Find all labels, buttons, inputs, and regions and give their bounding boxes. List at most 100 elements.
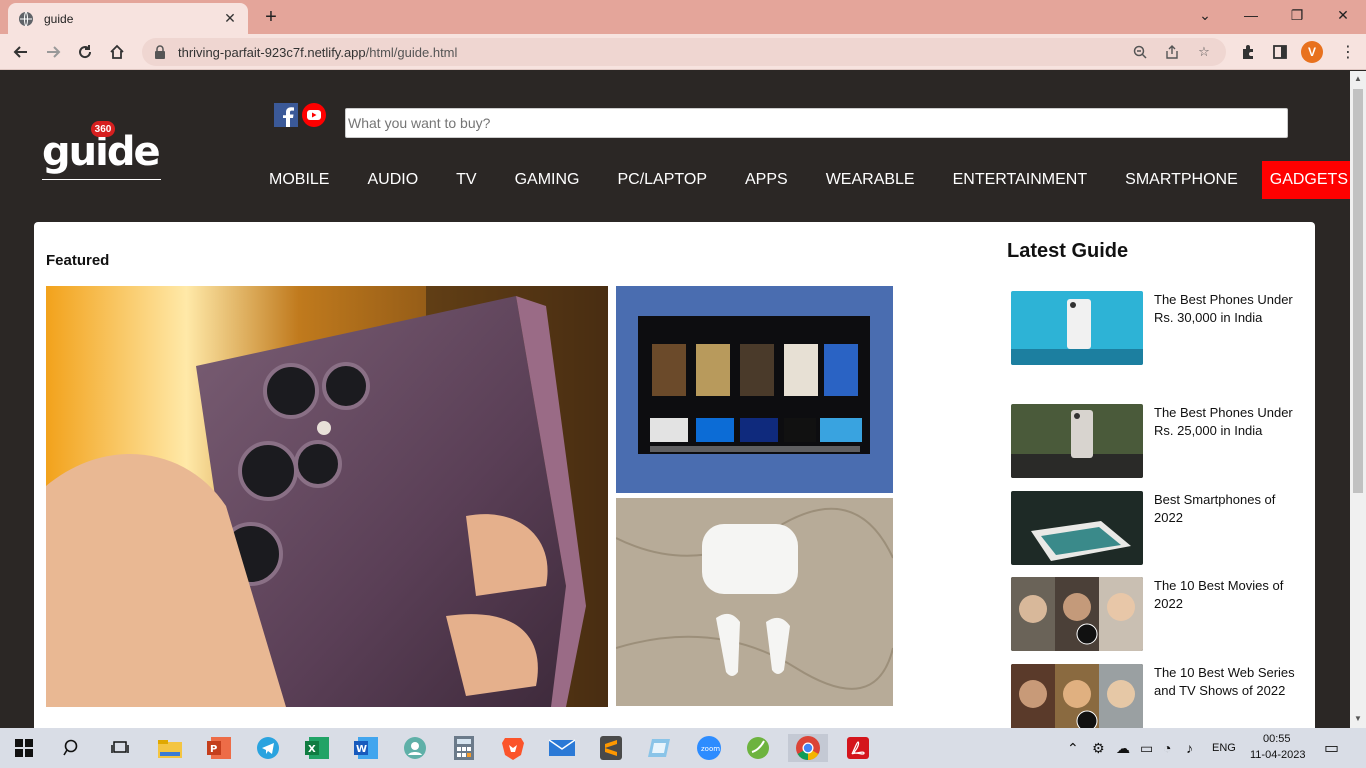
new-tab-button[interactable]: +: [260, 6, 282, 28]
tv-photo: [616, 286, 893, 493]
powerpoint-icon[interactable]: P: [205, 734, 233, 762]
guide-title[interactable]: The Best Phones Under Rs. 30,000 in Indi…: [1154, 291, 1299, 327]
word-icon[interactable]: W: [352, 734, 380, 762]
scroll-up-icon[interactable]: ▲: [1353, 74, 1363, 84]
puzzle-icon: [1243, 45, 1253, 59]
nav-item-gadgets[interactable]: GADGETS: [1261, 161, 1350, 199]
excel-icon[interactable]: X: [303, 734, 331, 762]
scroll-down-icon[interactable]: ▼: [1353, 714, 1363, 724]
task-view-icon[interactable]: [106, 734, 134, 762]
latest-guide-item[interactable]: Best Smartphones of 2022: [1011, 491, 1311, 567]
tab-search-button[interactable]: ⌄: [1182, 0, 1228, 30]
tray-time[interactable]: 00:55: [1263, 733, 1291, 745]
tray-language[interactable]: ENG: [1212, 742, 1236, 754]
tray-wifi-icon[interactable]: ◔: [1163, 740, 1171, 756]
minimize-button[interactable]: —: [1228, 0, 1274, 30]
chrome-icon[interactable]: [788, 734, 828, 762]
facebook-icon[interactable]: [274, 103, 298, 127]
nav-item-audio[interactable]: AUDIO: [353, 161, 432, 199]
latest-guide-item[interactable]: The 10 Best Movies of 2022: [1011, 577, 1311, 653]
tray-battery-icon[interactable]: ▭: [1140, 740, 1153, 757]
tab-title: guide: [44, 11, 74, 26]
close-tab-icon[interactable]: ✕: [222, 10, 238, 27]
guide-thumbnail[interactable]: [1011, 404, 1143, 478]
guide-title[interactable]: Best Smartphones of 2022: [1154, 491, 1299, 527]
close-window-button[interactable]: ✕: [1320, 0, 1366, 30]
guide-title[interactable]: The 10 Best Web Series and TV Shows of 2…: [1154, 664, 1299, 700]
latest-guide-item[interactable]: The Best Phones Under Rs. 30,000 in Indi…: [1011, 291, 1311, 367]
share-icon[interactable]: [1162, 42, 1182, 62]
menu-button[interactable]: ⋮: [1335, 39, 1361, 65]
scrollbar-thumb[interactable]: [1353, 89, 1363, 493]
address-bar[interactable]: thriving-parfait-923c7f.netlify.app/html…: [142, 38, 1226, 66]
telegram-icon[interactable]: [254, 734, 282, 762]
search-input[interactable]: [345, 108, 1288, 138]
tray-date[interactable]: 11-04-2023: [1250, 749, 1305, 761]
search-icon[interactable]: [58, 734, 86, 762]
profile-avatar[interactable]: V: [1301, 41, 1323, 63]
restore-button[interactable]: ❐: [1274, 0, 1320, 30]
airpods-photo: [616, 498, 893, 706]
mail-icon[interactable]: [548, 734, 576, 762]
nav-item-pc-laptop[interactable]: PC/LAPTOP: [603, 161, 721, 199]
bookmark-star-icon[interactable]: ☆: [1194, 42, 1214, 62]
brave-browser-icon[interactable]: [499, 734, 527, 762]
guide-title[interactable]: The 10 Best Movies of 2022: [1154, 577, 1299, 613]
svg-text:X: X: [308, 744, 316, 755]
arrow-right-icon: [47, 46, 61, 58]
acrobat-icon[interactable]: [844, 734, 872, 762]
windows-taskbar: P X W zoom ⌃ ⚙ ☁ ▭ ◔ ♪ ENG 00:55 11-04-2…: [0, 728, 1366, 768]
nav-item-entertainment[interactable]: ENTERTAINMENT: [939, 161, 1102, 199]
web-page: guide 360 MOBILE AUDIO TV GAMING PC/LAPT…: [0, 71, 1350, 728]
page-scrollbar[interactable]: ▲ ▼: [1350, 71, 1366, 728]
browser-tab-strip: guide ✕ + ⌄ — ❐ ✕: [0, 0, 1366, 34]
tray-chevron-icon[interactable]: ⌃: [1067, 740, 1079, 757]
calculator-icon[interactable]: [450, 734, 478, 762]
latest-guide-item[interactable]: The Best Phones Under Rs. 25,000 in Indi…: [1011, 404, 1311, 480]
youtube-icon[interactable]: [302, 103, 326, 127]
featured-image-phone[interactable]: [46, 286, 608, 707]
browser-toolbar: thriving-parfait-923c7f.netlify.app/html…: [0, 34, 1366, 70]
site-logo[interactable]: guide 360: [40, 121, 164, 183]
nav-item-tv[interactable]: TV: [442, 161, 490, 199]
notification-icon[interactable]: ▭: [1324, 738, 1339, 758]
tray-network-icon[interactable]: ⚙: [1092, 740, 1105, 757]
nav-item-smartphone[interactable]: SMARTPHONE: [1111, 161, 1252, 199]
logo-underline: [42, 179, 161, 180]
zoom-icon[interactable]: [1130, 42, 1150, 62]
back-button[interactable]: [8, 39, 34, 65]
featured-image-tv[interactable]: [616, 286, 893, 493]
nav-item-apps[interactable]: APPS: [731, 161, 802, 199]
guide-thumbnail[interactable]: [1011, 664, 1143, 728]
side-panel-icon: [1273, 45, 1287, 59]
forward-button[interactable]: [40, 39, 66, 65]
windows-start-icon[interactable]: [10, 734, 38, 762]
guide-thumbnail[interactable]: [1011, 491, 1143, 565]
guide-thumbnail[interactable]: [1011, 577, 1143, 651]
phone-photo: [46, 286, 608, 707]
zoom-icon[interactable]: zoom: [695, 734, 723, 762]
file-explorer-icon[interactable]: [156, 734, 184, 762]
featured-image-airpods[interactable]: [616, 498, 893, 706]
tray-cloud-icon[interactable]: ☁: [1116, 740, 1130, 757]
people-app-icon[interactable]: [401, 734, 429, 762]
reload-button[interactable]: [72, 39, 98, 65]
nav-item-wearable[interactable]: WEARABLE: [812, 161, 929, 199]
home-icon: [110, 44, 124, 59]
spring-tool-icon[interactable]: [744, 734, 772, 762]
reload-icon: [79, 45, 92, 59]
snipping-tool-icon[interactable]: [646, 734, 674, 762]
guide-thumbnail[interactable]: [1011, 291, 1143, 365]
browser-tab[interactable]: guide ✕: [8, 3, 248, 34]
tray-volume-icon[interactable]: ♪: [1186, 740, 1193, 756]
guide-title[interactable]: The Best Phones Under Rs. 25,000 in Indi…: [1154, 404, 1299, 440]
home-button[interactable]: [104, 39, 130, 65]
sublime-text-icon[interactable]: [597, 734, 625, 762]
latest-guide-item[interactable]: The 10 Best Web Series and TV Shows of 2…: [1011, 664, 1311, 728]
nav-item-mobile[interactable]: MOBILE: [255, 161, 343, 199]
url-host: thriving-parfait-923c7f.netlify.app: [178, 44, 366, 60]
nav-item-gaming[interactable]: GAMING: [501, 161, 594, 199]
globe-icon: [19, 11, 33, 26]
extensions-button[interactable]: [1235, 39, 1261, 65]
side-panel-button[interactable]: [1267, 39, 1293, 65]
